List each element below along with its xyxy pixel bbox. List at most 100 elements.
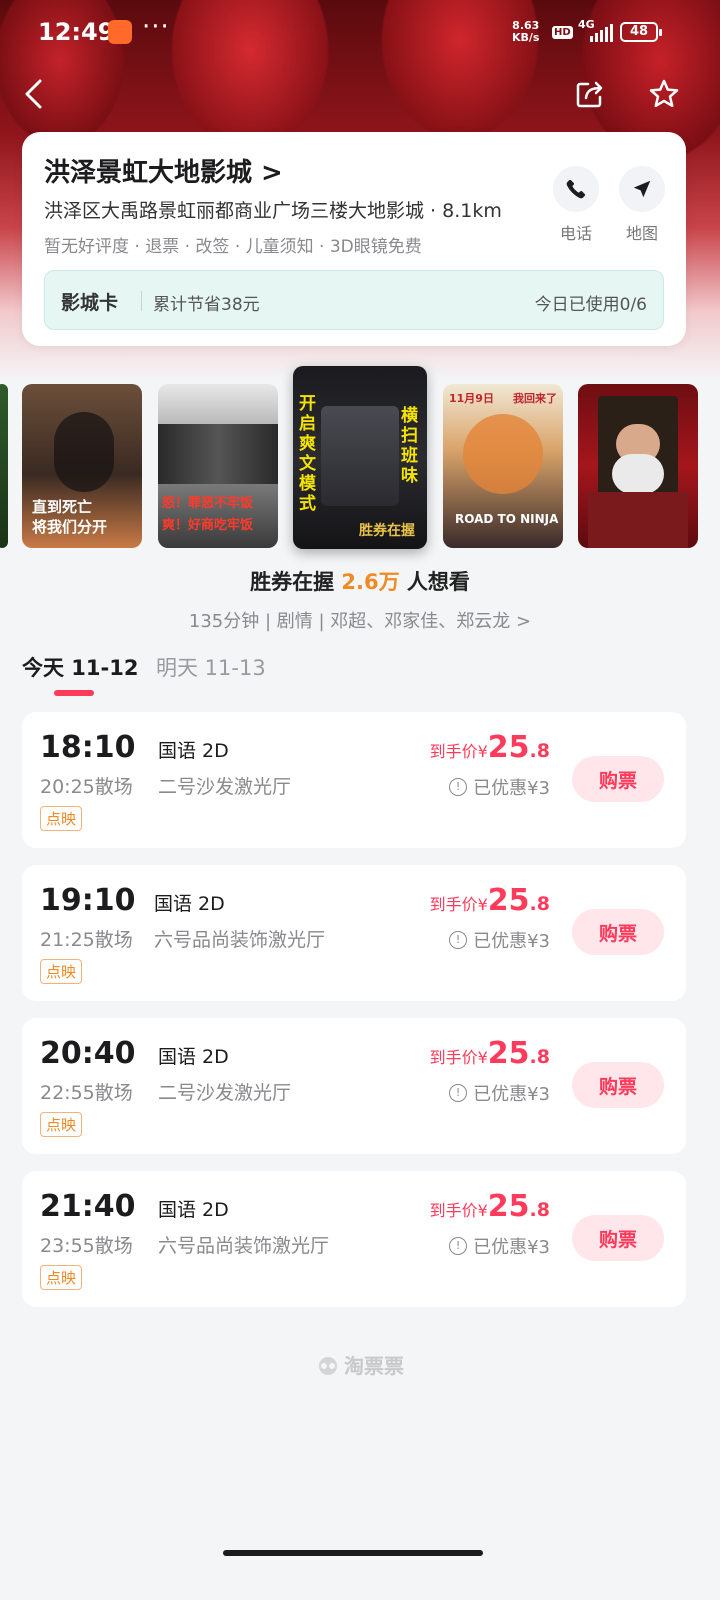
discount-text: 已优惠¥3 [473, 778, 550, 799]
price-integer: 25 [487, 1036, 530, 1071]
preview-badge: 点映 [40, 806, 83, 831]
price: 到手价¥25.8 [430, 730, 550, 765]
price: 到手价¥25.8 [430, 1189, 550, 1224]
start-time: 20:40 [40, 1036, 136, 1071]
phone-button[interactable]: 电话 [552, 166, 600, 244]
hall-name: 二号沙发激光厅 [158, 1082, 292, 1104]
tab-indicator [54, 690, 94, 696]
map-label: 地图 [625, 224, 658, 243]
poster-venom[interactable]: 直到死亡 将我们分开 [22, 384, 142, 548]
tab-today[interactable]: 今天 11-12 [22, 652, 138, 682]
logo-icon [319, 1357, 337, 1375]
preview-badge: 点映 [40, 1112, 83, 1137]
poster-coat [588, 492, 688, 548]
logo-text: 淘票票 [344, 1354, 404, 1378]
poster-text-1: 直到死亡 [32, 498, 93, 516]
poster-figures [158, 424, 278, 484]
start-time: 19:10 [40, 883, 136, 918]
cinema-tags[interactable]: 暂无好评度 · 退票 · 改签 · 儿童须知 · 3D眼镜免费 [44, 232, 422, 257]
speed-unit: KB/s [512, 31, 540, 44]
navigation-icon [619, 166, 665, 212]
price-label: 到手价¥ [429, 895, 488, 914]
buy-ticket-button[interactable]: 购票 [572, 1215, 664, 1261]
discount: ! 已优惠¥3 [449, 1233, 550, 1259]
movie-meta[interactable]: 135分钟 | 剧情 | 邓超、邓家佳、郑云龙 > [0, 607, 720, 633]
map-button[interactable]: 地图 [618, 166, 666, 244]
language-format: 国语 2D [158, 1199, 229, 1221]
discount: ! 已优惠¥3 [449, 774, 550, 800]
hall-name: 二号沙发激光厅 [158, 776, 292, 798]
cinema-card-savings: 累计节省38元 [153, 295, 260, 315]
end-time: 22:55散场 [40, 1082, 133, 1104]
star-icon [649, 79, 679, 108]
price-label: 到手价¥ [429, 1048, 488, 1067]
poster-text-1: 开启爽文模式 [299, 394, 316, 514]
movie-name: 胜券在握 [250, 570, 342, 594]
buy-ticket-button[interactable]: 购票 [572, 909, 664, 955]
want-suffix: 人想看 [399, 570, 470, 594]
poster-text-2: 将我们分开 [32, 518, 108, 536]
showtime-row[interactable]: 19:10 21:25散场 国语 2D 六号品尚装饰激光厅 点映 到手价¥25.… [22, 865, 686, 1001]
poster-selected[interactable]: 开启爽文模式 横扫班味 胜券在握 [293, 366, 427, 549]
price: 到手价¥25.8 [430, 883, 550, 918]
chevron-left-icon [25, 79, 42, 109]
price-decimal: .8 [529, 1199, 550, 1221]
poster-text-3: ROAD TO NINJA [455, 512, 559, 526]
poster-edge[interactable] [0, 384, 8, 548]
favorite-button[interactable] [646, 76, 682, 112]
poster-text-2: 我回来了 [513, 392, 557, 405]
showtime-row[interactable]: 20:40 22:55散场 国语 2D 二号沙发激光厅 点映 到手价¥25.8 … [22, 1018, 686, 1154]
info-icon: ! [449, 1084, 468, 1102]
share-icon [576, 81, 603, 108]
buy-ticket-button[interactable]: 购票 [572, 756, 664, 802]
poster-santa[interactable] [578, 384, 698, 548]
showtime-row[interactable]: 21:40 23:55散场 国语 2D 六号品尚装饰激光厅 点映 到手价¥25.… [22, 1171, 686, 1307]
cinema-info-card: 洪泽景虹大地影城 > 洪泽区大禹路景虹丽都商业广场三楼大地影城 · 8.1km … [22, 132, 686, 346]
poster-figures [321, 406, 399, 506]
poster-text-2: 横扫班味 [401, 406, 418, 486]
language-format: 国语 2D [158, 740, 229, 762]
movie-title: 胜券在握 2.6万 人想看 [0, 566, 720, 596]
cinema-card-banner[interactable]: 影城卡 累计节省38元 今日已使用0/6 [44, 270, 664, 330]
hall-name: 六号品尚装饰激光厅 [158, 1235, 330, 1257]
discount-text: 已优惠¥3 [473, 931, 550, 952]
price-label: 到手价¥ [429, 742, 488, 761]
showtime-row[interactable]: 18:10 20:25散场 国语 2D 二号沙发激光厅 点映 到手价¥25.8 … [22, 712, 686, 848]
price: 到手价¥25.8 [430, 1036, 550, 1071]
tab-tomorrow[interactable]: 明天 11-13 [156, 652, 266, 682]
price-decimal: .8 [529, 893, 550, 915]
price-decimal: .8 [529, 740, 550, 762]
network-speed: 8.63 KB/s [512, 20, 539, 44]
status-bar: 12:49 ··· 8.63 KB/s HD 4G 48 [0, 0, 720, 66]
more-notifications-icon: ··· [142, 12, 170, 42]
poster-figures [463, 414, 543, 494]
poster-text-1: 11月9日 [449, 392, 494, 405]
cinema-card-title: 影城卡 [61, 292, 119, 314]
preview-badge: 点映 [40, 1265, 83, 1290]
price-label: 到手价¥ [429, 1201, 488, 1220]
price-decimal: .8 [529, 1046, 550, 1068]
back-button[interactable] [16, 76, 52, 112]
share-button[interactable] [572, 76, 608, 112]
language-format: 国语 2D [154, 893, 225, 915]
status-time: 12:49 [38, 18, 115, 46]
info-icon: ! [449, 1237, 468, 1255]
home-indicator[interactable] [223, 1550, 483, 1556]
poster-beard [612, 454, 664, 494]
poster-naruto[interactable]: 11月9日 我回来了 ROAD TO NINJA [443, 384, 563, 548]
cinema-name[interactable]: 洪泽景虹大地影城 > [44, 152, 283, 189]
signal-icon [590, 24, 614, 42]
end-time: 21:25散场 [40, 929, 133, 951]
buy-ticket-button[interactable]: 购票 [572, 1062, 664, 1108]
start-time: 21:40 [40, 1189, 136, 1224]
battery-icon: 48 [620, 22, 662, 42]
price-integer: 25 [487, 883, 530, 918]
start-time: 18:10 [40, 730, 136, 765]
cinema-address: 洪泽区大禹路景虹丽都商业广场三楼大地影城 · 8.1km [44, 200, 502, 222]
want-count: 2.6万 [341, 570, 400, 594]
price-integer: 25 [487, 1189, 530, 1224]
divider [141, 291, 142, 311]
poster-figure [54, 412, 114, 492]
poster-anger[interactable]: 怒！罪恶不牢饭 爽！好商吃牢饭 [158, 384, 278, 548]
hall-name: 六号品尚装饰激光厅 [154, 929, 326, 951]
